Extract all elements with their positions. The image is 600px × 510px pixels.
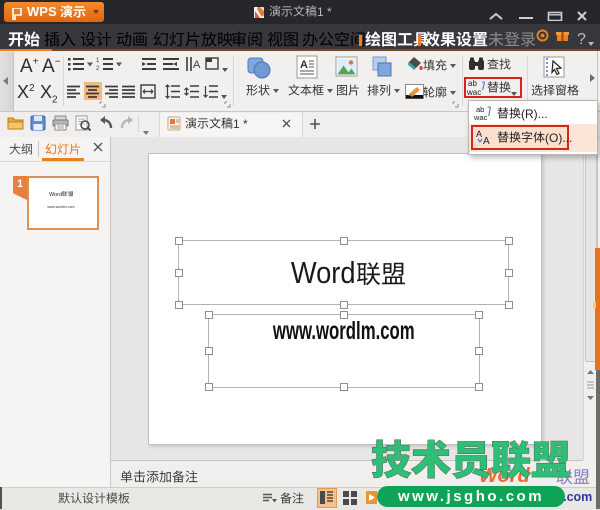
- svg-text:A: A: [300, 59, 308, 71]
- svg-text:A: A: [193, 59, 201, 71]
- svg-text:A: A: [483, 136, 490, 145]
- svg-text:wac: wac: [474, 113, 488, 121]
- svg-text:A: A: [476, 129, 482, 139]
- svg-text:1: 1: [96, 58, 100, 64]
- svg-text:2: 2: [96, 66, 100, 71]
